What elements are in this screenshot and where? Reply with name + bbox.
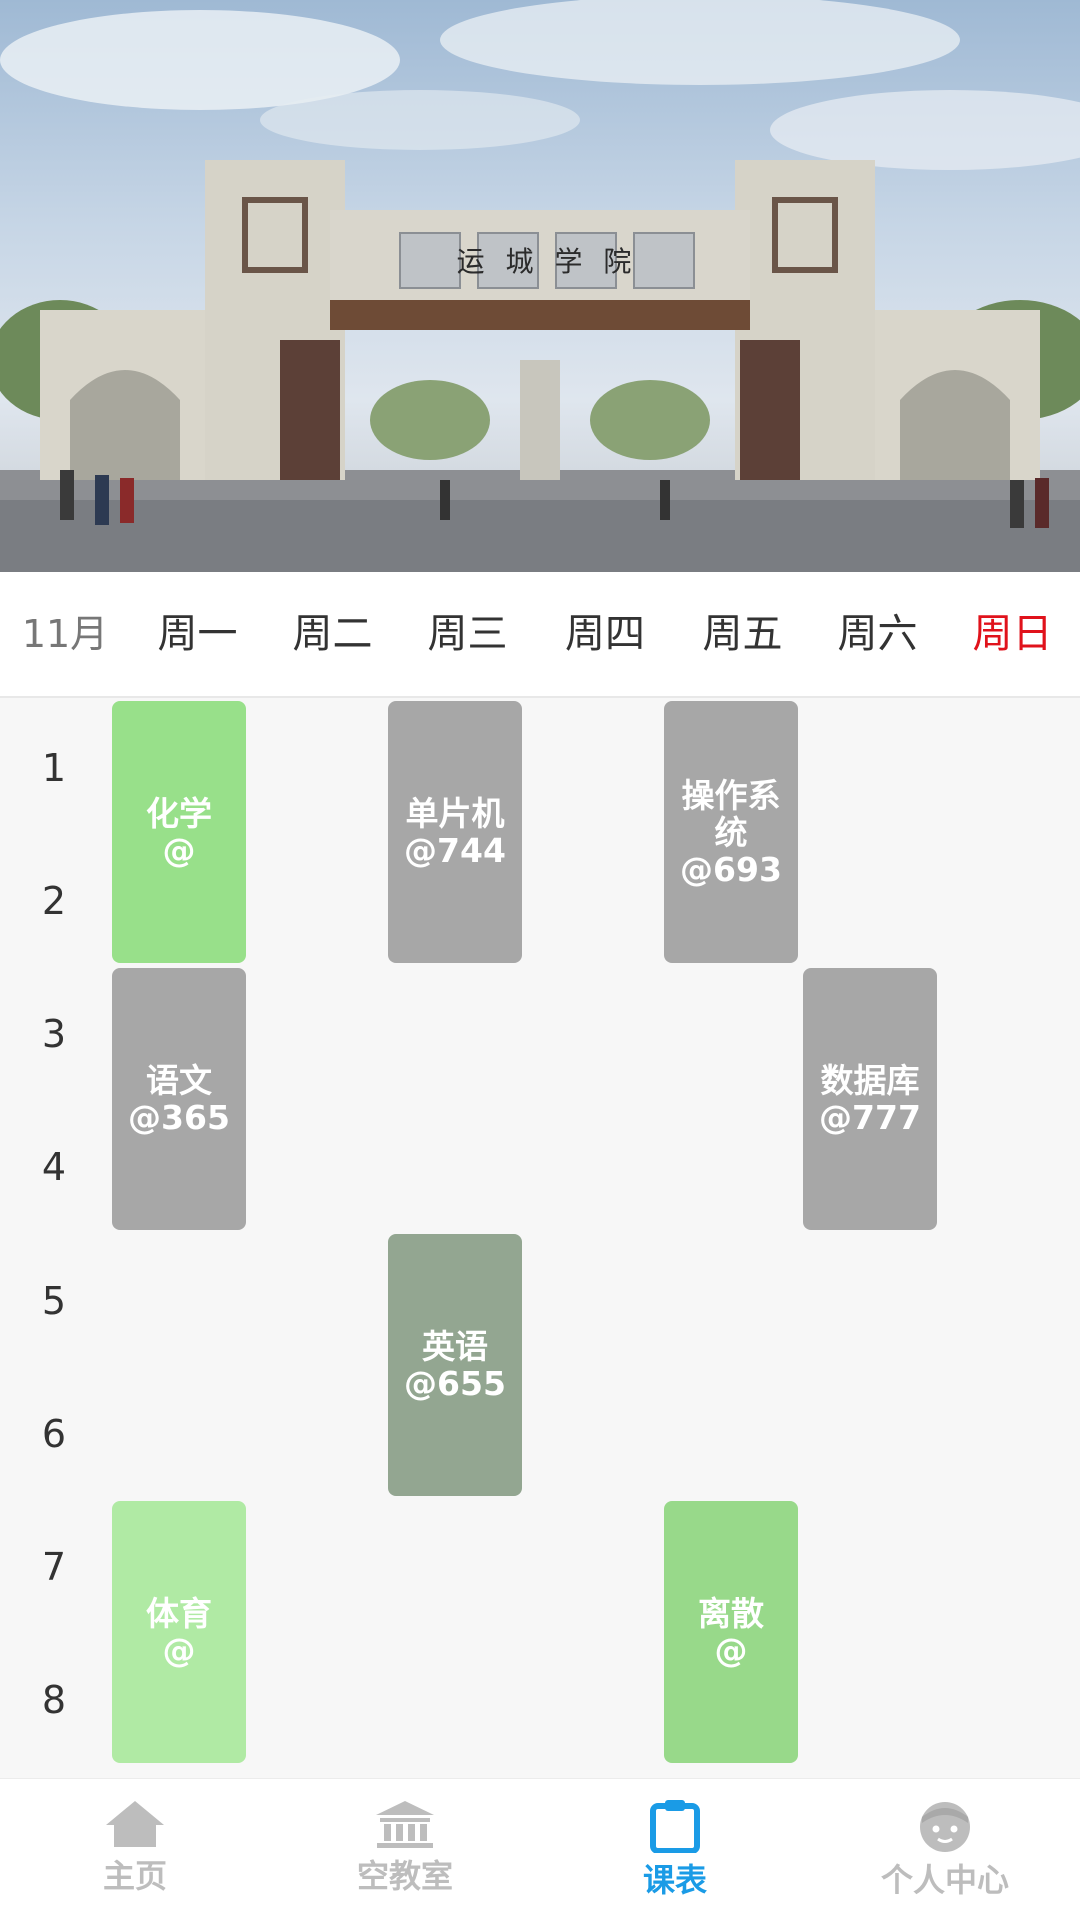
course-name: 离散 [698,1594,764,1633]
course-name: 体育 [146,1594,212,1633]
period-number: 1 [41,746,67,790]
nav-empty-classroom[interactable]: 空教室 [270,1779,540,1920]
nav-profile-label: 个人中心 [880,1861,1009,1899]
nav-home[interactable]: 主页 [0,1779,270,1920]
course-room: @693 [680,849,782,889]
course-room: @777 [819,1098,921,1137]
weekday-mon: 周一 [157,611,238,657]
period-number: 6 [41,1412,67,1456]
nav-empty-classroom-label: 空教室 [356,1857,453,1895]
weekday-fri: 周五 [702,611,783,657]
period-number: 2 [41,879,67,923]
home-icon [106,1801,164,1847]
course-block[interactable]: 语文 @365 [112,968,246,1230]
course-block[interactable]: 操作系统 @693 [664,701,798,963]
nav-profile[interactable]: 个人中心 [810,1779,1080,1920]
course-room: @655 [404,1364,506,1403]
period-number: 5 [41,1279,67,1323]
course-room: @365 [128,1098,230,1137]
course-room: @ [162,831,196,870]
course-name: 英语 [422,1327,488,1366]
course-name: 化学 [146,794,212,833]
app-root: 运 城 学 院 11月 周一 周二 周三 周四 周五 周六 周日 1 2 3 4… [0,0,1080,1920]
course-room: @ [162,1631,196,1670]
period-number: 7 [41,1545,67,1589]
course-block[interactable]: 英语 @655 [388,1234,522,1496]
weekday-sat: 周六 [837,611,918,657]
building-icon [376,1801,434,1848]
face-icon [920,1802,970,1852]
month-label: 11月 [21,612,109,656]
period-number: 4 [41,1145,67,1189]
course-name: 单片机 [405,794,505,833]
course-block[interactable]: 离散 @ [664,1501,798,1763]
weekday-tue: 周二 [292,611,373,657]
course-block[interactable]: 单片机 @744 [388,701,522,963]
timetable-grid: 1 2 3 4 5 6 7 8 化学 @ 单片机 @744 操作系统 @693 语文 @365… [0,698,1080,1778]
nav-timetable[interactable]: 课表 [540,1779,810,1920]
course-room: @ [714,1631,748,1670]
weekday-sun-today: 周日 [972,611,1053,657]
nav-timetable-label: 课表 [642,1861,707,1899]
course-name: 数据库 [820,1061,920,1100]
course-name: 操作系统 [681,775,781,852]
course-block[interactable]: 数据库 @777 [803,968,937,1230]
course-name: 语文 [146,1061,212,1100]
course-room: @744 [404,831,506,870]
clipboard-icon [650,1800,700,1853]
weekday-thu: 周四 [565,611,645,657]
weekday-wed: 周三 [427,611,508,657]
period-number: 3 [41,1012,67,1056]
period-number: 8 [41,1678,67,1722]
course-block[interactable]: 体育 @ [112,1501,246,1763]
gate-sign-text: 运 城 学 院 [456,245,638,278]
bottom-nav: 主页 空教室 课表 个人中心 [0,1778,1080,1920]
campus-banner-image: 运 城 学 院 [0,0,1080,572]
course-block[interactable]: 化学 @ [112,701,246,963]
week-header: 11月 周一 周二 周三 周四 周五 周六 周日 [0,572,1080,698]
nav-home-label: 主页 [102,1857,167,1895]
